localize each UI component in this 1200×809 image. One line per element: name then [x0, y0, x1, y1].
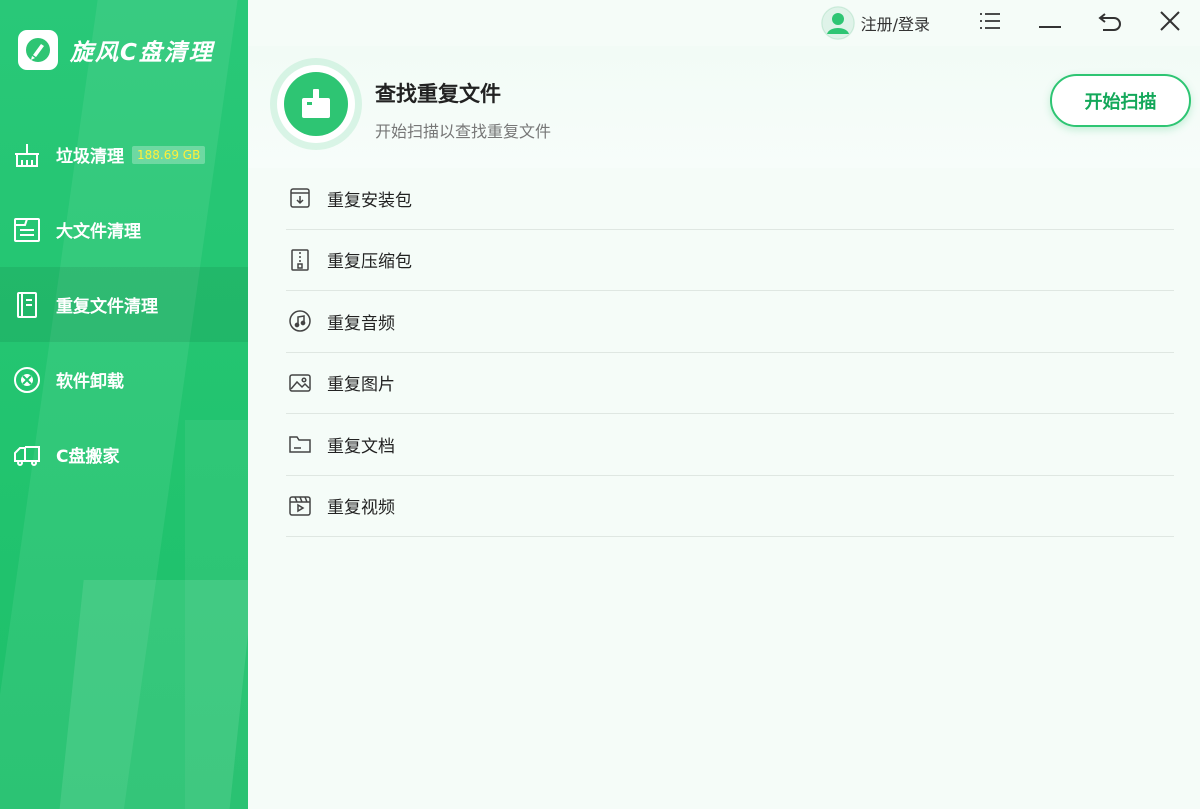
duplicate-category-list: 重复安装包 重复压缩包 重复音频 重复图片 重复文档 重复视频 [286, 168, 1174, 537]
large-file-icon [12, 215, 42, 245]
package-download-icon [288, 186, 312, 210]
video-clapper-icon [288, 494, 312, 518]
list-item-label: 重复视频 [327, 498, 395, 519]
list-item-label: 重复图片 [327, 375, 395, 396]
list-item-duplicate-documents[interactable]: 重复文档 [286, 414, 1174, 476]
menu-icon [979, 12, 1001, 34]
app-logo: 旋风C盘清理 [18, 30, 214, 70]
close-button[interactable] [1140, 0, 1200, 46]
sidebar-item-large-file-clean[interactable]: 大文件清理 [0, 192, 248, 267]
folder-document-icon [288, 432, 312, 456]
list-item-label: 重复安装包 [327, 190, 412, 211]
icon-ring [277, 65, 355, 143]
sidebar-item-label: 软件卸载 [56, 372, 124, 392]
sidebar-item-junk-clean[interactable]: 垃圾清理 188.69 GB [0, 117, 248, 192]
duplicate-file-icon [12, 290, 42, 320]
sidebar-decoration [56, 580, 248, 809]
broom-icon [12, 140, 42, 170]
sidebar-item-c-drive-move[interactable]: C盘搬家 [0, 417, 248, 492]
duplicate-clean-badge [270, 58, 362, 150]
list-item-duplicate-videos[interactable]: 重复视频 [286, 476, 1174, 537]
list-item-duplicate-images[interactable]: 重复图片 [286, 353, 1174, 414]
app-title: 旋风C盘清理 [70, 40, 214, 66]
login-register-button[interactable]: 注册/登录 [820, 6, 930, 40]
user-avatar-icon [820, 6, 855, 40]
clean-folder-icon [284, 72, 348, 136]
uninstall-icon [12, 365, 42, 395]
zip-archive-icon [288, 248, 312, 272]
close-icon [1160, 11, 1180, 35]
minimize-icon [1039, 14, 1061, 33]
sidebar-item-duplicate-file-clean[interactable]: 重复文件清理 [0, 267, 248, 342]
login-register-label: 注册/登录 [860, 15, 930, 34]
music-note-icon [288, 309, 312, 333]
list-item-duplicate-audio[interactable]: 重复音频 [286, 291, 1174, 353]
list-item-label: 重复压缩包 [327, 252, 412, 273]
broom-logo-icon [18, 30, 58, 70]
sidebar: 旋风C盘清理 垃圾清理 188.69 GB 大文件清理 重复文件清理 软件卸载 … [0, 0, 248, 809]
restore-button[interactable] [1080, 0, 1140, 46]
junk-size-badge: 188.69 GB [132, 145, 206, 164]
list-item-label: 重复文档 [327, 436, 395, 457]
sidebar-item-label: 大文件清理 [56, 222, 141, 242]
sidebar-item-label: 垃圾清理 [56, 147, 124, 167]
list-item-duplicate-packages[interactable]: 重复安装包 [286, 168, 1174, 230]
menu-button[interactable] [960, 0, 1020, 46]
move-truck-icon [12, 440, 42, 470]
minimize-button[interactable] [1020, 0, 1080, 46]
list-item-label: 重复音频 [327, 313, 395, 334]
sidebar-item-label: 重复文件清理 [56, 297, 158, 317]
title-bar: 注册/登录 [820, 0, 1200, 46]
sidebar-item-label: C盘搬家 [56, 447, 120, 467]
sidebar-nav: 垃圾清理 188.69 GB 大文件清理 重复文件清理 软件卸载 C盘搬家 [0, 117, 248, 492]
main-panel: 注册/登录 查找重复文件 开始扫描以查找重复文件 开始扫描 重复安装包 重复压缩… [248, 0, 1200, 809]
undo-arrow-icon [1098, 11, 1122, 35]
image-icon [288, 371, 312, 395]
page-title: 查找重复文件 [375, 82, 501, 106]
feature-header: 查找重复文件 开始扫描以查找重复文件 开始扫描 [248, 46, 1200, 168]
list-item-duplicate-archives[interactable]: 重复压缩包 [286, 230, 1174, 291]
page-subtitle: 开始扫描以查找重复文件 [375, 122, 552, 141]
start-scan-button[interactable]: 开始扫描 [1050, 74, 1191, 127]
sidebar-item-software-uninstall[interactable]: 软件卸载 [0, 342, 248, 417]
